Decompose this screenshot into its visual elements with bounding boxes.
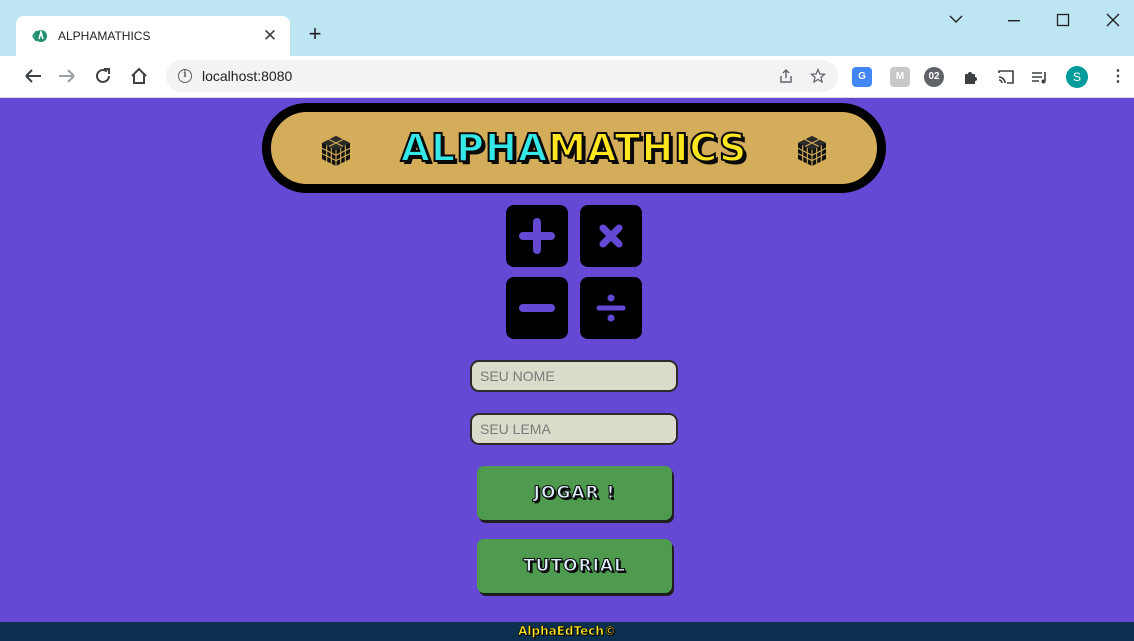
alphamathics-favicon-icon (32, 29, 47, 42)
title-mathics: MATHICS (547, 125, 748, 171)
plus-icon (519, 218, 555, 254)
site-info-icon[interactable]: i (178, 69, 192, 83)
operations-logo (506, 205, 644, 339)
footer: AlphaEdTech© (0, 622, 1134, 641)
browser-tab[interactable]: ALPHAMATHICS ✕ (16, 16, 290, 56)
browser-tab-strip: ALPHAMATHICS ✕ + (0, 0, 1134, 56)
minus-tile (506, 277, 568, 339)
rubiks-cube-icon (321, 136, 351, 166)
rubiks-cube-icon (797, 136, 827, 166)
divide-icon (596, 294, 626, 322)
share-icon[interactable] (778, 68, 794, 84)
profile-avatar[interactable]: S (1066, 66, 1088, 88)
divide-tile (580, 277, 642, 339)
motto-input[interactable] (470, 413, 678, 445)
minus-icon (519, 304, 555, 312)
close-window-icon[interactable] (1106, 13, 1126, 27)
tab-close-icon[interactable]: ✕ (262, 27, 278, 44)
times-tile (580, 205, 642, 267)
title-alpha: ALPHA (400, 125, 549, 171)
tab-search-chevron-icon[interactable] (948, 14, 968, 24)
m-extension-icon[interactable]: M (890, 67, 910, 87)
cast-icon[interactable] (996, 67, 1016, 87)
forward-arrow-icon[interactable] (56, 65, 78, 87)
address-bar[interactable]: i localhost:8080 (166, 60, 838, 92)
name-input[interactable] (470, 360, 678, 392)
back-arrow-icon[interactable] (22, 65, 44, 87)
title-banner: ALPHAMATHICS (262, 103, 886, 193)
footer-text: AlphaEdTech© (518, 624, 616, 639)
plus-tile (506, 205, 568, 267)
translate-extension-icon[interactable]: G (852, 67, 872, 87)
reload-icon[interactable] (92, 65, 114, 87)
url-text: localhost:8080 (202, 68, 293, 84)
browser-menu-icon[interactable]: ⋮ (1110, 66, 1126, 86)
app-title: ALPHAMATHICS (400, 125, 748, 171)
media-queue-icon[interactable] (1030, 67, 1050, 87)
star-icon[interactable] (810, 68, 826, 84)
new-tab-button[interactable]: + (304, 23, 326, 46)
home-icon[interactable] (128, 65, 150, 87)
tab-title: ALPHAMATHICS (58, 29, 151, 43)
clock-extension-icon[interactable]: 02 (924, 67, 944, 87)
tutorial-button[interactable]: TUTORIAL (477, 539, 672, 593)
minimize-icon[interactable] (1006, 20, 1026, 22)
play-button[interactable]: JOGAR ! (477, 466, 672, 520)
maximize-icon[interactable] (1056, 13, 1076, 27)
times-icon (599, 224, 623, 248)
puzzle-extensions-icon[interactable] (960, 67, 980, 87)
browser-toolbar: i localhost:8080 G M 02 S ⋮ (0, 56, 1134, 98)
